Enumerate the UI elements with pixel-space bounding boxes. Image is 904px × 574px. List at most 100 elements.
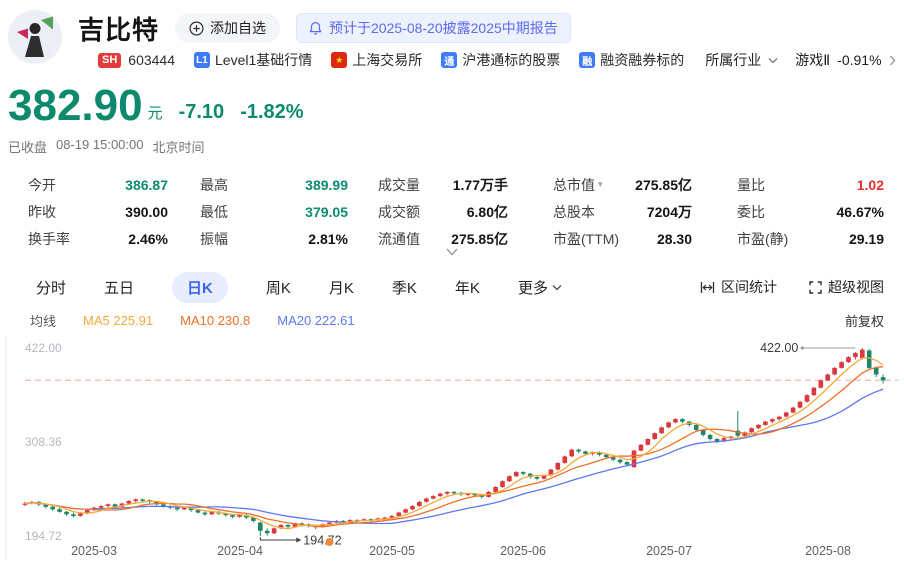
tab-五日[interactable]: 五日 <box>104 277 134 298</box>
adjust-mode-button[interactable]: 前复权 <box>845 311 884 330</box>
tab-分时[interactable]: 分时 <box>36 277 66 298</box>
candle-body <box>50 507 55 510</box>
candle-body <box>666 422 671 427</box>
y-axis-label: 422.00 <box>25 341 62 355</box>
stat-cell-成交额: 成交额6.80亿 <box>378 198 508 225</box>
range-icon <box>700 281 715 294</box>
candle-body <box>839 362 844 368</box>
stat-value: 275.85亿 <box>451 229 508 249</box>
candle-body <box>106 504 111 506</box>
stat-label: 换手率 <box>28 229 70 249</box>
candle-body <box>175 508 180 510</box>
ma10-line <box>25 367 883 527</box>
stat-value: 2.81% <box>308 231 348 247</box>
tab-日K[interactable]: 日K <box>172 272 228 303</box>
tab-更多[interactable]: 更多 <box>518 277 562 298</box>
candle-body <box>819 380 824 387</box>
stat-cell-市盈(TTM): 市盈(TTM)28.30 <box>553 225 692 252</box>
stat-label: 成交额 <box>378 202 420 222</box>
tab-周K[interactable]: 周K <box>266 277 291 298</box>
candle-body <box>286 525 291 527</box>
tab-季K[interactable]: 季K <box>392 277 417 298</box>
x-axis-label: 2025-03 <box>71 544 117 558</box>
caret-down-icon[interactable]: ▾ <box>598 179 603 190</box>
stat-label: 市盈(静) <box>737 229 788 249</box>
stat-label: 今开 <box>28 175 56 195</box>
candle-body <box>417 502 422 506</box>
market-status-row: 已收盘 08-19 15:00:00 北京时间 <box>8 137 205 156</box>
tag-融资融券标的[interactable]: 融融资融券标的 <box>579 50 684 70</box>
超级视图-button[interactable]: 超级视图 <box>809 277 884 297</box>
candle-body <box>846 357 851 362</box>
y-axis-label: 308.36 <box>25 435 62 449</box>
x-axis-label: 2025-07 <box>646 544 692 558</box>
stock-logo <box>8 10 62 64</box>
tag-label: Level1基础行情 <box>215 50 312 70</box>
ma-legend-item: MA5 225.91 <box>83 313 153 328</box>
kline-chart-area[interactable]: 422.00308.36194.722025-032025-042025-052… <box>0 336 904 568</box>
ma-legend-title: 均线 <box>30 311 56 330</box>
report-notice-banner[interactable]: 预计于2025-08-20披露2025中期报告 <box>296 13 571 43</box>
candle-body <box>71 514 76 516</box>
stat-value: 1.77万手 <box>453 175 508 195</box>
candle-body <box>673 419 678 422</box>
candle-body <box>853 353 858 357</box>
stat-value: 7204万 <box>647 202 692 222</box>
candle-body <box>694 425 699 430</box>
flag-icon: ★ <box>331 52 347 68</box>
tag-Level1基础行情[interactable]: L1 Level1基础行情 <box>194 50 312 70</box>
stat-cell-总股本: 总股本7204万 <box>553 198 692 225</box>
candle-body <box>203 513 208 515</box>
industry-row[interactable]: 所属行业 游戏Ⅱ -0.91% <box>705 50 895 70</box>
candle-body <box>791 408 796 413</box>
add-watchlist-button[interactable]: 添加自选 <box>175 13 280 43</box>
candle-body <box>431 496 436 499</box>
header-title-row: 吉比特 添加自选 预计于2025-08-20披露2025中期报告 <box>78 11 571 45</box>
candle-body <box>680 419 685 422</box>
exchange-badge: SH <box>98 53 121 68</box>
stat-cell-成交量: 成交量 1.77万手 <box>378 171 508 198</box>
stat-value: 1.02 <box>857 177 884 193</box>
ma-legend-items: MA5 225.91MA10 230.8MA20 222.61 <box>83 313 355 328</box>
candle-body <box>493 487 498 492</box>
stat-value: 46.67% <box>837 204 884 220</box>
stat-value: 386.87 <box>125 177 168 193</box>
kline-chart[interactable]: 422.00308.36194.722025-032025-042025-052… <box>0 336 904 568</box>
tag-chip-icon: L1 <box>194 52 210 68</box>
stat-value: 379.05 <box>305 204 348 220</box>
fullscreen-icon <box>809 281 822 294</box>
tag-沪港通标的股票[interactable]: 通沪港通标的股票 <box>441 50 560 70</box>
区间统计-button[interactable]: 区间统计 <box>700 277 777 297</box>
candle-body <box>452 492 457 493</box>
period-tabs: 分时 五日 日K 周K 月K 季K 年K 更多 <box>36 272 562 302</box>
stat-column-5: 量比1.02委比46.67%市盈(静)29.19 <box>737 171 884 252</box>
stat-column-2: 最高389.99最低379.05振幅2.81% <box>200 171 348 252</box>
candle-body <box>805 395 810 402</box>
candle-body <box>659 427 664 433</box>
candle-body <box>639 445 644 451</box>
event-marker-dot <box>326 538 334 546</box>
candle-body <box>867 351 872 368</box>
stat-label: 总市值▾ <box>553 175 603 195</box>
stat-label: 成交量 <box>378 175 420 195</box>
industry-label: 所属行业 <box>705 50 761 70</box>
ma-legend-item: MA20 222.61 <box>277 313 354 328</box>
stat-column-1: 今开386.87昨收390.00换手率2.46% <box>28 171 168 252</box>
tab-年K[interactable]: 年K <box>455 277 480 298</box>
tab-月K[interactable]: 月K <box>329 277 354 298</box>
candle-body <box>812 388 817 395</box>
stat-label: 振幅 <box>200 229 228 249</box>
candle-body <box>57 509 62 512</box>
stat-value: 2.46% <box>128 231 168 247</box>
candle-body <box>756 425 761 428</box>
tag-label: 融资融券标的 <box>600 50 684 70</box>
stat-cell-量比: 量比1.02 <box>737 171 884 198</box>
collapse-stats-button[interactable] <box>440 247 464 261</box>
stat-label: 市盈(TTM) <box>553 229 619 249</box>
last-price: 382.90 <box>8 84 143 128</box>
tag-label: 沪港通标的股票 <box>462 50 560 70</box>
high-annotation-dot <box>801 346 804 349</box>
tag-上海交易所[interactable]: ★上海交易所 <box>331 50 422 70</box>
chart-tools: 区间统计 超级视图 <box>700 272 884 302</box>
low-annotation-arrow <box>296 538 301 543</box>
